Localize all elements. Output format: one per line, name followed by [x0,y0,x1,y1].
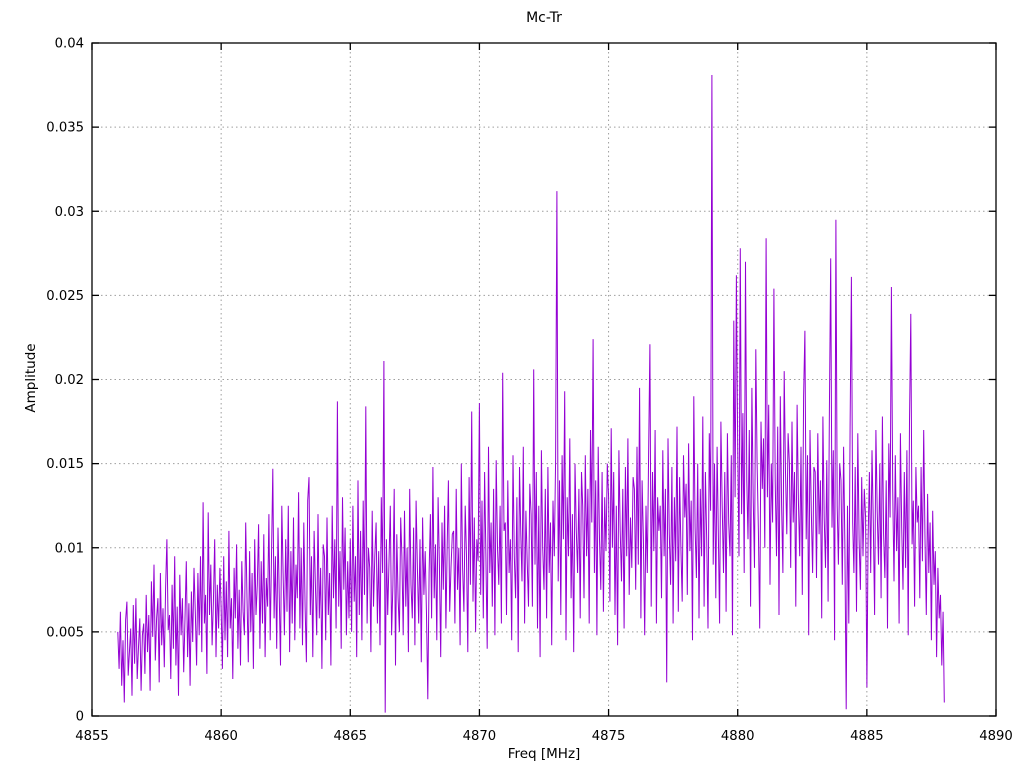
x-axis-title: Freq [MHz] [507,746,581,762]
x-tick-label-4860: 4860 [204,729,238,744]
y-tick-label-0: 0 [76,710,84,725]
x-tick-label-4890: 4890 [979,729,1013,744]
x-tick-label-4885: 4885 [850,729,884,744]
x-tick-label-4875: 4875 [592,729,626,744]
amplitude-series-line [117,74,945,713]
y-tick-label-0.035: 0.035 [46,121,84,136]
y-tick-label-0.04: 0.04 [55,37,84,52]
x-tick-label-4855: 4855 [75,729,109,744]
y-tick-label-0.02: 0.02 [55,373,84,388]
y-tick-label-0.01: 0.01 [55,541,84,556]
gnuplot-figure: Mc-Tr Amplitude 4855 4860 4865 4870 4875 4880… [0,0,1024,768]
y-tick-label-0.025: 0.025 [46,289,84,304]
y-tick-label-0.03: 0.03 [55,205,84,220]
x-tick-label-4870: 4870 [463,729,497,744]
y-tick-label-0.005: 0.005 [46,625,84,640]
y-tick-label-0.015: 0.015 [46,457,84,472]
plot-canvas: 4855 4860 4865 4870 4875 4880 4885 4890 0 0.005 0.… [46,37,1013,745]
x-tick-label-4880: 4880 [721,729,755,744]
x-tick-label-4865: 4865 [334,729,368,744]
